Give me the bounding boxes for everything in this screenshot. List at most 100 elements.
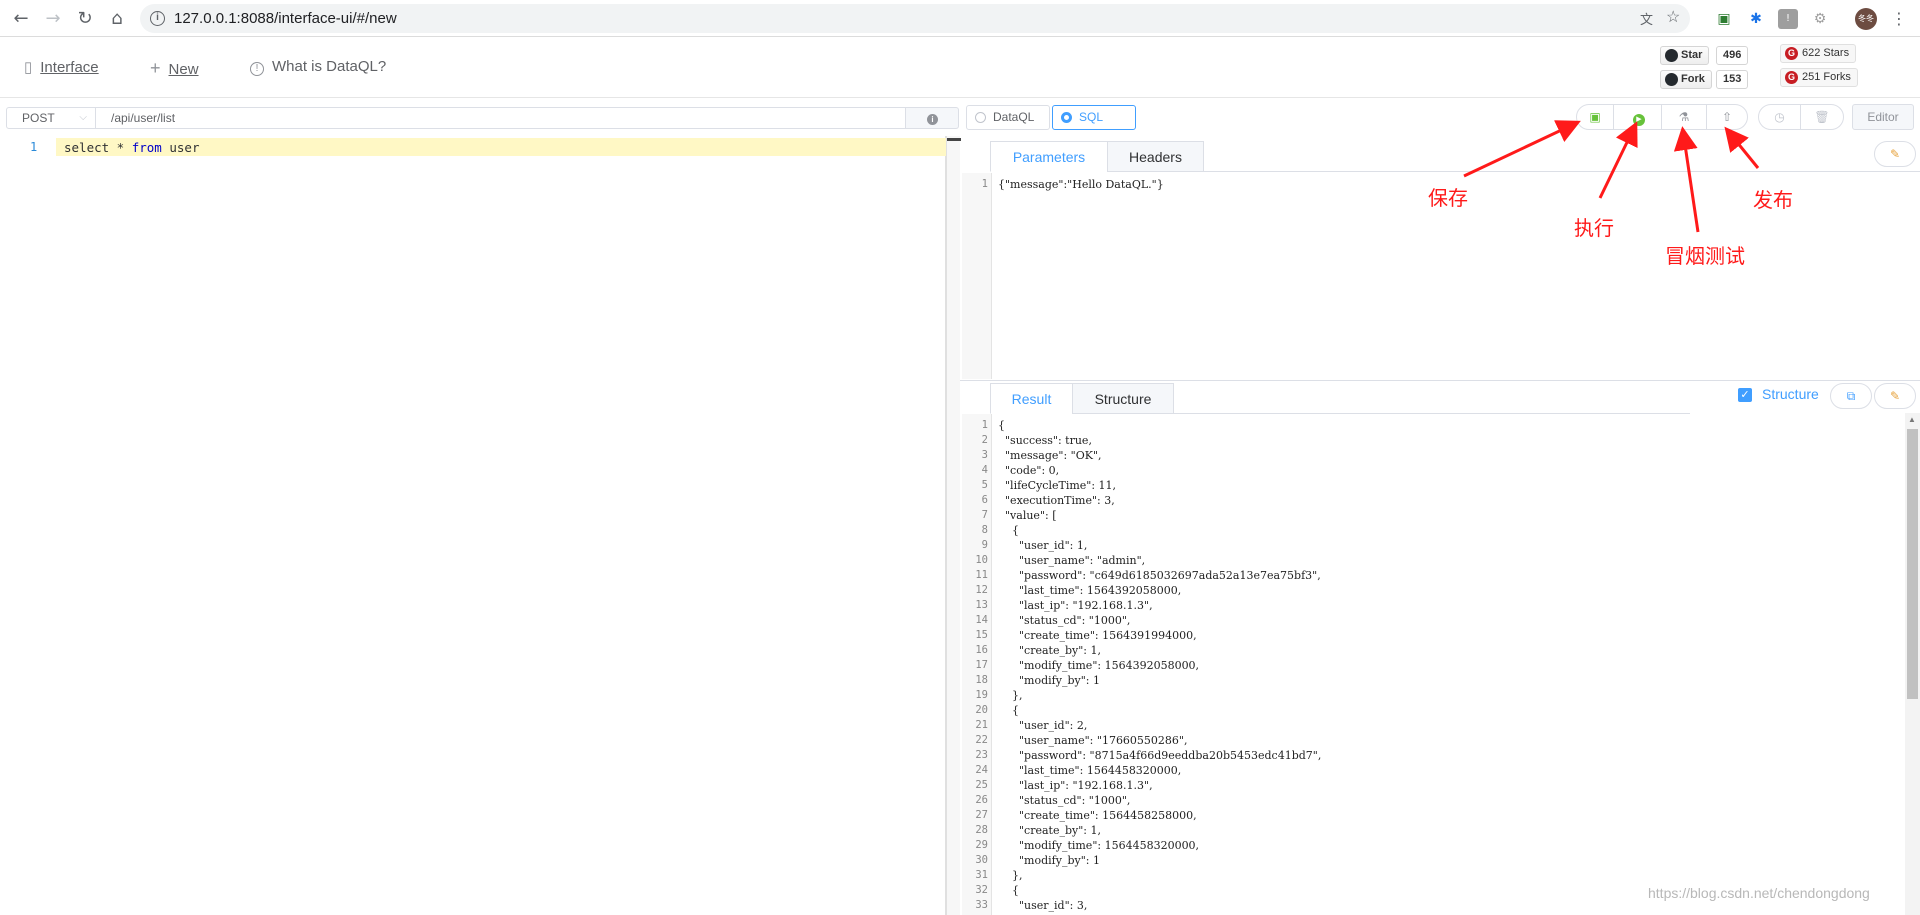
menu-new[interactable]: + New — [150, 58, 199, 79]
line-number: 9 — [981, 539, 988, 551]
code-line: "create_by": 1, — [998, 824, 1101, 837]
line-number: 32 — [975, 884, 988, 896]
code-line: "user_id": 2, — [998, 719, 1088, 732]
editor-button[interactable]: Editor — [1852, 104, 1914, 130]
code-line: "last_ip": "192.168.1.3", — [998, 599, 1153, 612]
query-editor[interactable]: 1 select * from user — [0, 136, 946, 915]
api-path-input[interactable]: /api/user/list — [96, 107, 906, 129]
github-fork-count[interactable]: 153 — [1716, 70, 1749, 89]
line-number: 1 — [981, 178, 988, 190]
extension-icon[interactable]: ▣ — [1714, 9, 1734, 29]
tab-parameters[interactable]: Parameters — [990, 141, 1108, 172]
editor-gutter — [0, 136, 56, 915]
reload-icon[interactable]: ↻ — [72, 6, 98, 32]
profile-avatar[interactable]: 冬冬 — [1855, 8, 1877, 30]
eraser-icon: ✎ — [1889, 147, 1901, 161]
result-line-numbers: 1 2 3 4 5 6 7 8 9 10 11 12 13 14 15 16 17 18 19 20 21 22 23 24 2… — [962, 418, 988, 913]
clear-result-button[interactable]: ✎ — [1874, 383, 1916, 409]
document-icon: ▯ — [24, 59, 33, 76]
code-line: "executionTime": 3, — [998, 494, 1115, 507]
line-number: 1 — [30, 140, 38, 154]
code-line: { — [998, 524, 1019, 537]
code-line: }, — [998, 869, 1023, 882]
tab-structure[interactable]: Structure — [1072, 383, 1174, 414]
line-number: 28 — [975, 824, 988, 836]
line-number: 30 — [975, 854, 988, 866]
code-line: { — [998, 419, 1005, 432]
gitee-forks-badge[interactable]: G 251 Forks — [1780, 68, 1858, 87]
clear-params-button[interactable]: ✎ — [1874, 141, 1916, 167]
code-line: "password": "8715a4f66d9eeddba20b5453edc… — [998, 749, 1322, 762]
arrow-smoke-test — [1673, 126, 1700, 233]
structure-checkbox-label[interactable]: Structure — [1762, 386, 1819, 402]
line-number: 27 — [975, 809, 988, 821]
code-line: { — [998, 704, 1019, 717]
github-star-count[interactable]: 496 — [1716, 46, 1749, 65]
line-number: 19 — [975, 689, 988, 701]
extension-alert-icon[interactable]: ! — [1778, 9, 1798, 29]
copy-result-button[interactable]: ⧉ — [1830, 383, 1872, 409]
code-line: "create_time": 1564458258000, — [998, 809, 1197, 822]
line-number: 8 — [981, 524, 988, 536]
github-star-button[interactable]: Star — [1660, 46, 1710, 65]
site-info-icon[interactable]: i — [150, 11, 165, 26]
gitee-icon: G — [1785, 71, 1798, 84]
editor-code-line[interactable]: select * from user — [64, 140, 199, 155]
github-fork-button[interactable]: Fork — [1660, 70, 1712, 89]
code-line: "code": 0, — [998, 464, 1060, 477]
extension-pinwheel-icon[interactable]: ✱ — [1746, 9, 1766, 29]
arrow-publish — [1724, 126, 1760, 169]
code-line: "success": true, — [998, 434, 1092, 447]
back-icon[interactable]: ← — [8, 6, 34, 32]
radio-selected-icon — [1061, 112, 1072, 123]
browser-menu-icon[interactable]: ⋮ — [1886, 6, 1912, 32]
extension-icon[interactable]: ⚙ — [1810, 9, 1830, 29]
line-number: 6 — [981, 494, 988, 506]
address-bar[interactable]: i 127.0.0.1:8088/interface-ui/#/new 文 ☆ — [140, 4, 1690, 33]
gitee-icon: G — [1785, 47, 1798, 60]
info-circle-icon: ! — [250, 62, 264, 76]
line-number: 4 — [981, 464, 988, 476]
editor-scrollbar[interactable] — [946, 136, 961, 915]
tab-result[interactable]: Result — [990, 383, 1073, 414]
translate-icon[interactable]: 文 — [1640, 9, 1653, 28]
code-line: "last_ip": "192.168.1.3", — [998, 779, 1153, 792]
mode-radio-dataql[interactable]: DataQL — [966, 105, 1050, 130]
scrollbar-thumb[interactable] — [1907, 429, 1918, 699]
delete-button[interactable]: 🗑 — [1801, 105, 1843, 129]
bookmark-star-icon[interactable]: ☆ — [1666, 7, 1680, 27]
code-line: "modify_time": 1564392058000, — [998, 659, 1200, 672]
http-method-select[interactable]: POST ⌵ — [6, 107, 96, 129]
params-line-numbers: 1 — [962, 177, 988, 192]
gitee-stars-badge[interactable]: G 622 Stars — [1780, 44, 1857, 63]
code-line: "user_id": 3, — [998, 899, 1088, 912]
code-line: "status_cd": "1000", — [998, 794, 1131, 807]
code-line: "modify_by": 1 — [998, 854, 1100, 867]
result-scrollbar[interactable]: ▲ — [1905, 413, 1920, 915]
line-number: 24 — [975, 764, 988, 776]
github-icon — [1665, 49, 1678, 62]
line-number: 17 — [975, 659, 988, 671]
line-number: 16 — [975, 644, 988, 656]
line-number: 29 — [975, 839, 988, 851]
result-viewer[interactable]: 1 2 3 4 5 6 7 8 9 10 11 12 13 14 15 16 17 18 19 20 21 22 23 24 2… — [962, 414, 1905, 915]
mode-radio-sql[interactable]: SQL — [1052, 105, 1136, 130]
line-number: 2 — [981, 434, 988, 446]
tab-headers[interactable]: Headers — [1107, 141, 1204, 172]
menu-what-is-dataql[interactable]: ! What is DataQL? — [250, 58, 386, 76]
annotation-save: 保存 — [1428, 186, 1468, 210]
line-number: 1 — [981, 419, 988, 431]
app-header: ▯ Interface + New ! What is DataQL? Star 49… — [0, 38, 1920, 98]
menu-interface[interactable]: ▯ Interface — [24, 58, 99, 76]
structure-checkbox[interactable]: ✓ — [1738, 388, 1752, 402]
path-info-button[interactable]: i — [906, 107, 959, 129]
trash-icon: 🗑 — [1814, 110, 1830, 124]
forward-icon[interactable]: → — [40, 6, 66, 32]
code-line: "modify_by": 1 — [998, 674, 1100, 687]
url-text: 127.0.0.1:8088/interface-ui/#/new — [174, 10, 397, 27]
home-icon[interactable]: ⌂ — [104, 6, 130, 32]
arrow-save — [1463, 120, 1581, 178]
code-line: "create_time": 1564391994000, — [998, 629, 1197, 642]
code-line: }, — [998, 689, 1023, 702]
scroll-up-icon[interactable]: ▲ — [1908, 415, 1916, 424]
